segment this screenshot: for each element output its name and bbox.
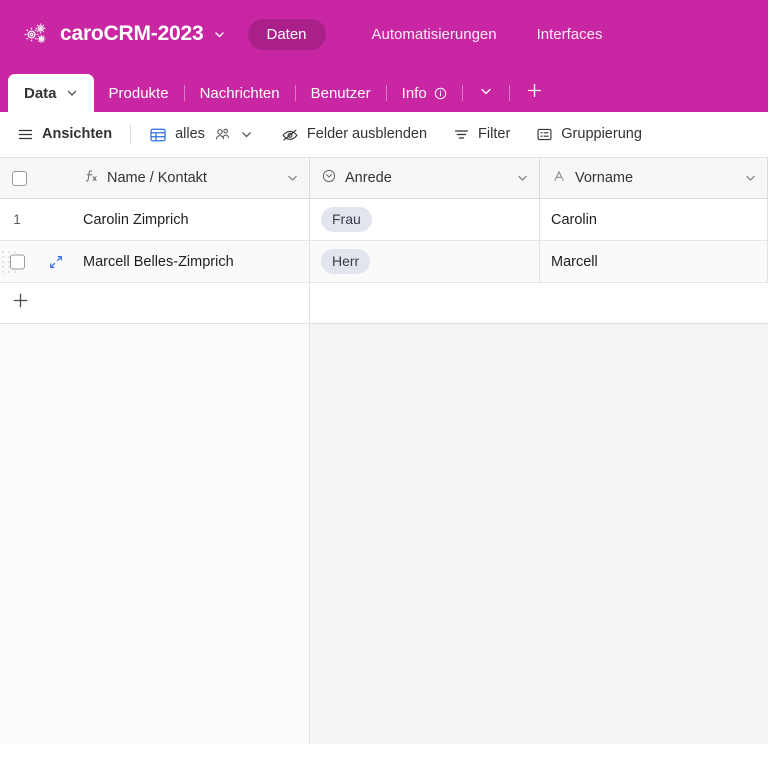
hamburger-icon	[17, 126, 34, 143]
group-button[interactable]: Gruppierung	[536, 126, 642, 143]
cell-vorname[interactable]: Marcell	[540, 241, 768, 282]
chevron-down-icon[interactable]	[744, 172, 757, 185]
data-grid: Name / Kontakt Anrede Vorname 1 Carolin …	[0, 158, 768, 744]
eye-off-icon	[281, 126, 299, 144]
table-tab-bar: Data Produkte Nachrichten Benutzer Info	[0, 68, 768, 112]
add-row[interactable]	[0, 283, 768, 324]
row-gutter[interactable]: 1	[0, 199, 72, 240]
select-all-cell[interactable]	[0, 158, 72, 198]
grid-empty-left	[0, 324, 310, 744]
hide-fields-button[interactable]: Felder ausblenden	[281, 126, 427, 144]
chevron-down-icon[interactable]	[516, 172, 529, 185]
current-view-label: alles	[175, 126, 205, 143]
cell-name-kontakt[interactable]: Carolin Zimprich	[72, 199, 310, 240]
views-button[interactable]: Ansichten	[17, 126, 112, 143]
grid-empty-area	[0, 324, 768, 744]
views-label: Ansichten	[42, 126, 113, 143]
row-checkbox[interactable]	[10, 254, 25, 269]
gears-icon[interactable]	[18, 17, 52, 51]
current-view-button[interactable]: alles	[149, 126, 253, 144]
chevron-down-icon	[479, 84, 493, 103]
table-row[interactable]: Marcell Belles-Zimprich Herr Marcell	[0, 241, 768, 283]
hide-fields-label: Felder ausblenden	[306, 126, 428, 143]
chevron-down-icon[interactable]	[286, 172, 299, 185]
column-header-vorname[interactable]: Vorname	[540, 158, 768, 198]
cell-vorname[interactable]: Carolin	[540, 199, 768, 240]
add-row-filler	[310, 283, 768, 323]
text-a-icon	[551, 168, 567, 188]
tab-nachrichten[interactable]: Nachrichten	[185, 74, 295, 112]
grid-empty-right	[310, 324, 768, 744]
filter-label: Filter	[478, 126, 511, 143]
top-brand-bar: caroCRM-2023 Daten Automatisierungen Int…	[0, 0, 768, 68]
column-header-label: Name / Kontakt	[107, 170, 207, 186]
column-header-label: Anrede	[345, 170, 392, 186]
people-icon[interactable]	[214, 126, 231, 143]
info-circle-icon	[434, 87, 447, 100]
nav-link-automatisierungen[interactable]: Automatisierungen	[372, 26, 497, 43]
tab-info-label: Info	[401, 84, 427, 102]
chevron-down-icon[interactable]	[240, 128, 253, 141]
tab-benutzer-label: Benutzer	[310, 84, 371, 102]
status-badge: Herr	[321, 249, 371, 274]
column-header-label: Vorname	[575, 170, 634, 186]
plus-icon	[12, 292, 29, 314]
app-title[interactable]: caroCRM-2023	[60, 22, 204, 46]
chevron-down-icon[interactable]	[66, 87, 78, 99]
tab-produkte-label: Produkte	[108, 84, 169, 102]
plus-icon	[526, 82, 543, 104]
tab-data[interactable]: Data	[8, 74, 94, 112]
tab-overflow-button[interactable]	[463, 74, 509, 112]
cell-name-kontakt[interactable]: Marcell Belles-Zimprich	[72, 241, 310, 282]
group-list-icon	[536, 126, 553, 143]
formula-fx-icon	[83, 168, 99, 188]
nav-link-interfaces[interactable]: Interfaces	[537, 26, 603, 43]
tab-produkte[interactable]: Produkte	[94, 74, 184, 112]
filter-icon	[453, 126, 470, 143]
add-row-button[interactable]	[0, 283, 310, 323]
column-header-name-kontakt[interactable]: Name / Kontakt	[72, 158, 310, 198]
grid-header-row: Name / Kontakt Anrede Vorname	[0, 158, 768, 199]
group-label: Gruppierung	[561, 126, 642, 143]
chevron-down-icon[interactable]	[213, 28, 226, 41]
table-row[interactable]: 1 Carolin Zimprich Frau Carolin	[0, 199, 768, 241]
tab-benutzer[interactable]: Benutzer	[296, 74, 386, 112]
grid-table-icon	[149, 126, 167, 144]
nav-pill-daten[interactable]: Daten	[247, 18, 326, 50]
row-gutter[interactable]	[0, 241, 72, 282]
cell-anrede[interactable]: Frau	[310, 199, 540, 240]
tab-data-label: Data	[24, 84, 57, 102]
status-badge: Frau	[321, 207, 372, 232]
tab-nachrichten-label: Nachrichten	[199, 84, 280, 102]
add-table-button[interactable]	[510, 74, 559, 112]
single-select-icon	[321, 168, 337, 188]
view-toolbar: Ansichten alles Felder ausblenden Filter…	[0, 112, 768, 158]
tab-info[interactable]: Info	[387, 74, 462, 112]
toolbar-separator	[130, 125, 132, 144]
expand-record-icon[interactable]	[48, 254, 64, 270]
cell-anrede[interactable]: Herr	[310, 241, 540, 282]
column-header-anrede[interactable]: Anrede	[310, 158, 540, 198]
checkbox-icon[interactable]	[12, 170, 27, 186]
row-number: 1	[13, 212, 21, 227]
filter-button[interactable]: Filter	[453, 126, 510, 143]
